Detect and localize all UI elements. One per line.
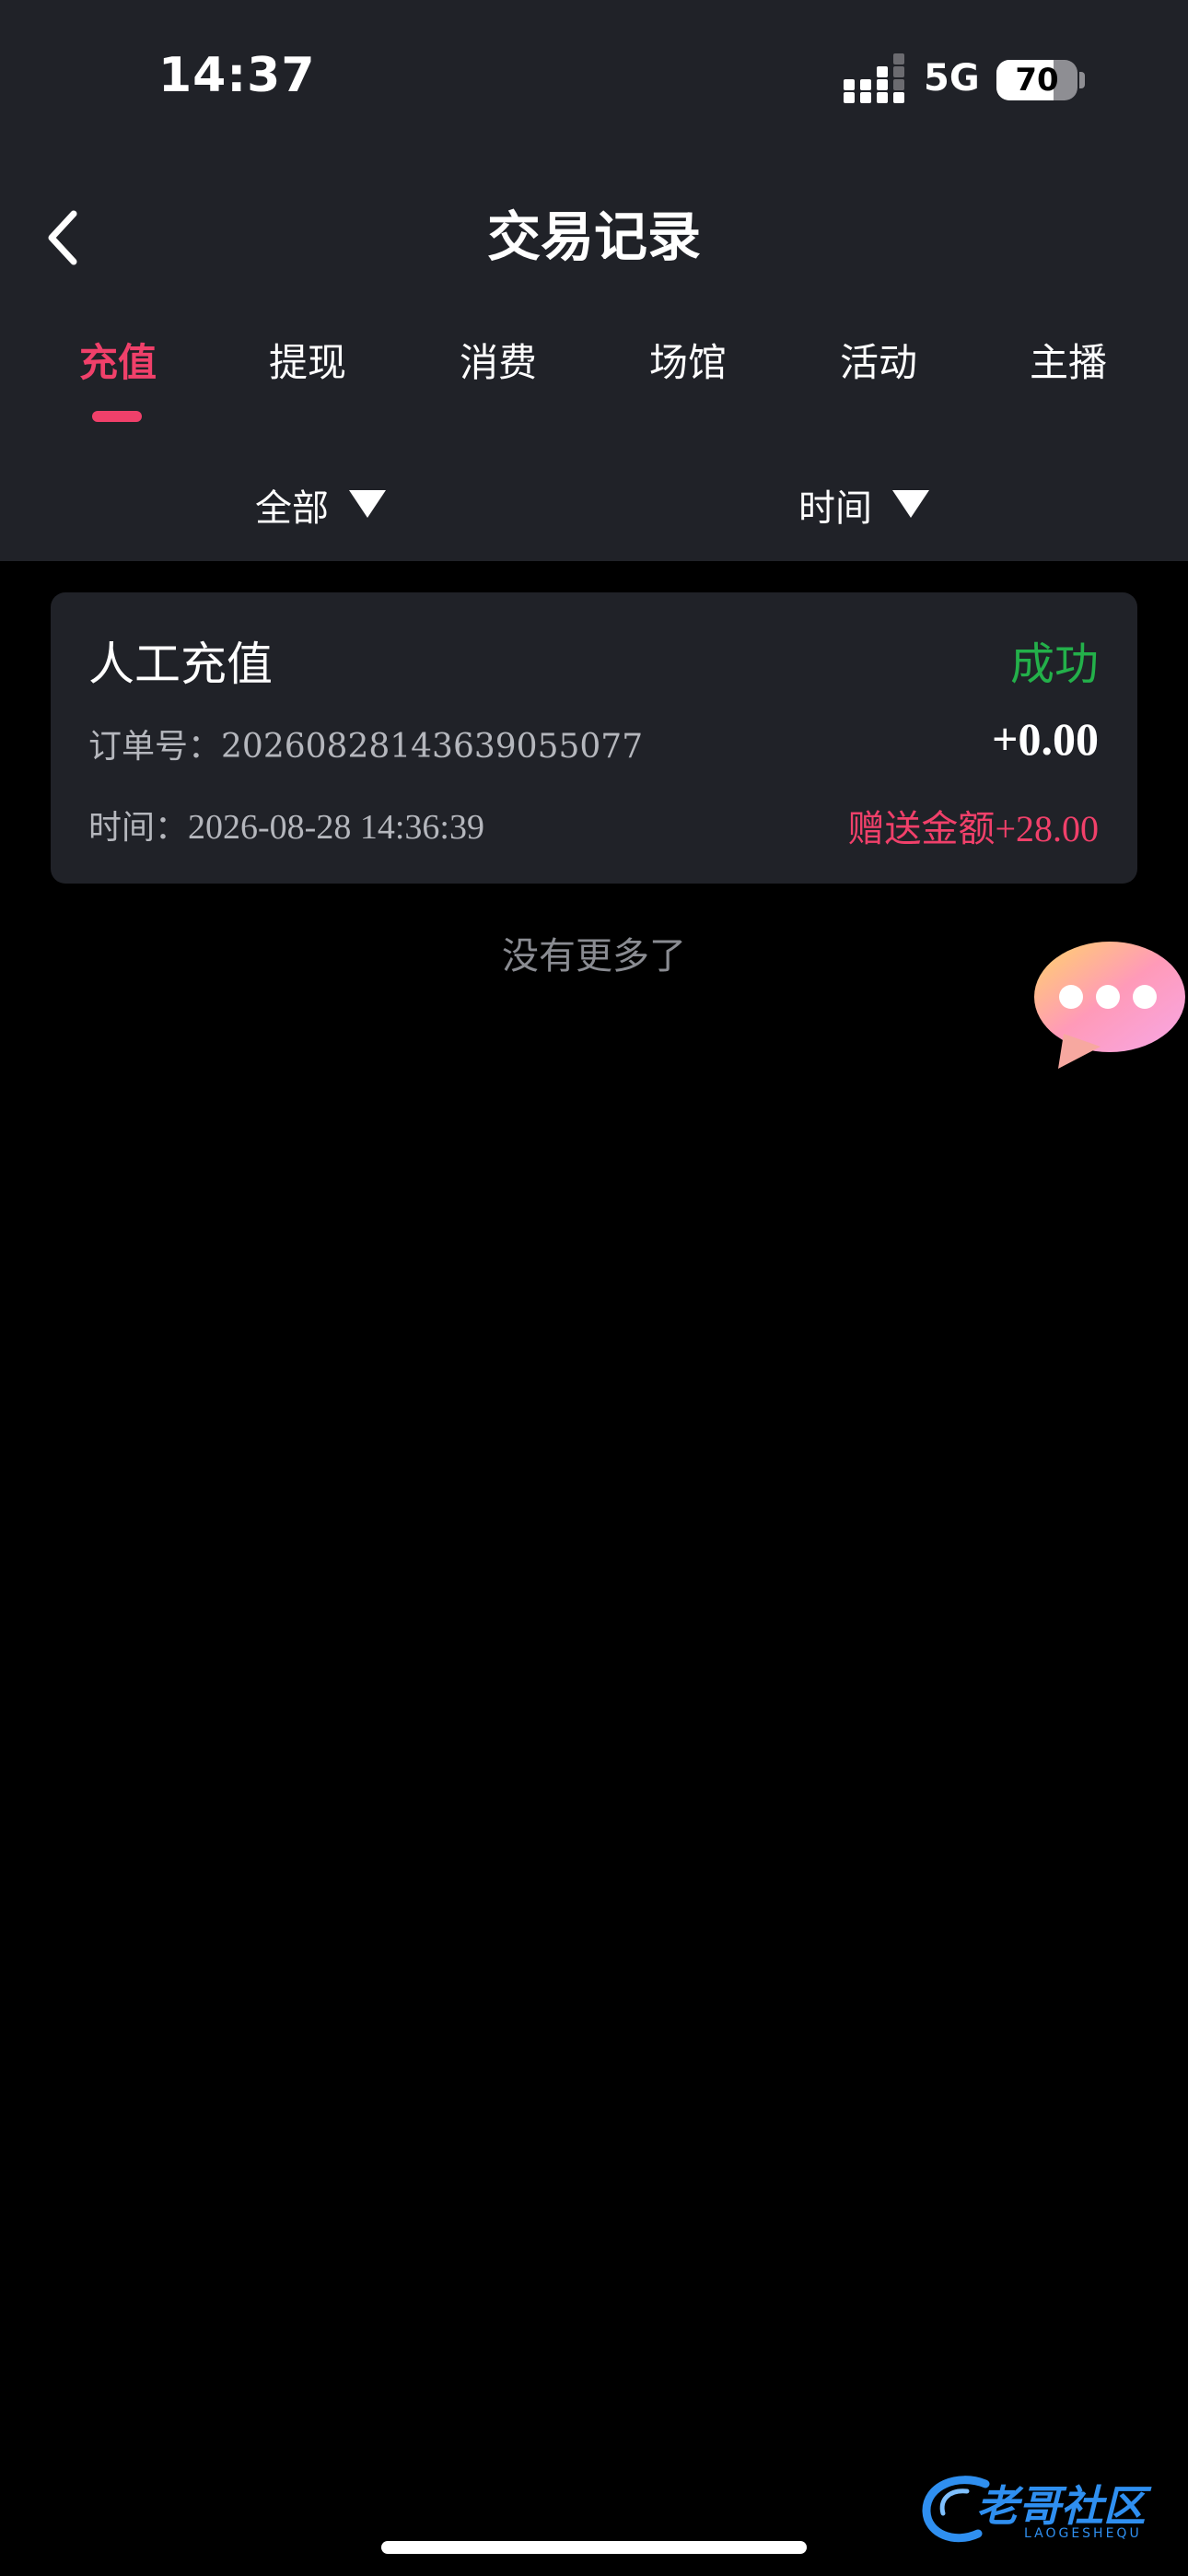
time-filter-dropdown[interactable]: 时间 xyxy=(798,477,929,533)
record-time-label: 时间： xyxy=(88,809,189,847)
tab-consume[interactable]: 消费 xyxy=(425,332,572,388)
battery-icon: 70 xyxy=(996,60,1077,100)
watermark-subtext: LAOGESHEQU xyxy=(1024,2526,1142,2541)
triangle-down-icon xyxy=(349,490,386,518)
watermark-logo: 老哥社区 LAOGESHEQU xyxy=(921,2469,1179,2552)
bonus-label: 赠送金额 xyxy=(847,808,996,850)
record-status: 成功 xyxy=(1009,638,1099,690)
order-number-label: 订单号： xyxy=(88,728,222,766)
bonus-amount: 赠送金额+28.00 xyxy=(847,799,1099,852)
category-tabs: 充值 提现 消费 场馆 活动 主播 xyxy=(0,332,1188,433)
triangle-down-icon xyxy=(892,490,929,518)
time-filter-label: 时间 xyxy=(798,487,872,530)
bonus-value: +28.00 xyxy=(995,808,1099,849)
tab-recharge[interactable]: 充值 xyxy=(44,332,192,388)
cellular-signal-icon xyxy=(844,53,904,103)
page-title: 交易记录 xyxy=(486,205,701,268)
tab-venue[interactable]: 场馆 xyxy=(614,332,762,388)
active-tab-indicator xyxy=(92,411,142,422)
battery-level: 70 xyxy=(1015,62,1059,99)
watermark-text: 老哥社区 xyxy=(976,2481,1146,2531)
tab-withdraw[interactable]: 提现 xyxy=(234,332,381,388)
tab-anchor[interactable]: 主播 xyxy=(995,332,1142,388)
chat-bubble-button[interactable] xyxy=(1027,938,1188,1076)
order-number-row: 订单号：20260828143639055077 xyxy=(88,720,643,767)
network-type: 5G xyxy=(924,57,980,100)
record-type: 人工充值 xyxy=(88,638,273,691)
status-time: 14:37 xyxy=(158,48,316,103)
battery-tip xyxy=(1079,72,1085,88)
type-filter-dropdown[interactable]: 全部 xyxy=(255,477,386,533)
record-time-row: 时间：2026-08-28 14:36:39 xyxy=(88,801,484,849)
type-filter-label: 全部 xyxy=(255,487,329,530)
list-end-text: 没有更多了 xyxy=(502,935,686,978)
record-amount: +0.00 xyxy=(992,713,1099,765)
tab-activity[interactable]: 活动 xyxy=(805,332,952,388)
transaction-record-card[interactable]: 人工充值 成功 订单号：20260828143639055077 +0.00 时… xyxy=(51,592,1137,884)
record-time: 2026-08-28 14:36:39 xyxy=(188,808,484,847)
chat-bubble-icon xyxy=(1034,942,1185,1069)
home-indicator xyxy=(381,2541,807,2554)
order-number: 20260828143639055077 xyxy=(221,728,644,766)
